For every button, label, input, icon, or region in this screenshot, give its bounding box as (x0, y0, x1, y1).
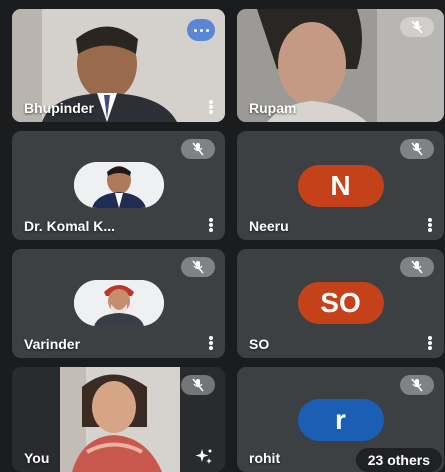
mic-off-icon (181, 257, 215, 277)
participant-name: SO (249, 336, 270, 352)
participant-name: You (24, 450, 50, 466)
participant-name: rohit (249, 450, 281, 466)
more-options-icon[interactable] (209, 336, 213, 350)
mic-off-icon (181, 139, 215, 159)
participant-tile-rupam[interactable]: Rupam (237, 9, 444, 122)
more-options-icon[interactable] (209, 218, 213, 232)
others-count-button[interactable]: 23 others (355, 448, 442, 472)
participant-name: Dr. Komal K... (24, 218, 116, 234)
mic-off-icon (400, 257, 434, 277)
speaking-indicator-icon (187, 19, 215, 41)
participant-tile-varinder[interactable]: Varinder (12, 249, 225, 358)
participant-name: Rupam (249, 100, 297, 116)
more-options-icon[interactable] (428, 336, 432, 350)
more-options-icon[interactable] (209, 100, 213, 114)
participant-name: Bhupinder (24, 100, 94, 116)
participant-name: Varinder (24, 336, 81, 352)
avatar: N (297, 165, 384, 207)
participant-tile-so[interactable]: SO SO (237, 249, 444, 358)
mic-off-icon (181, 375, 215, 395)
participant-name: Neeru (249, 218, 289, 234)
mic-off-icon (400, 139, 434, 159)
avatar: SO (297, 282, 384, 324)
visual-effects-icon[interactable] (193, 446, 215, 468)
avatar: r (297, 399, 384, 441)
participant-tile-bhupinder[interactable]: Bhupinder (12, 9, 225, 122)
mic-off-icon (400, 17, 434, 37)
participant-tile-rohit[interactable]: r rohit 23 others (237, 367, 444, 472)
participant-tile-dr-komal[interactable]: Dr. Komal K... (12, 131, 225, 240)
avatar (73, 162, 164, 208)
participant-tile-you[interactable]: You (12, 367, 225, 472)
more-options-icon[interactable] (428, 218, 432, 232)
avatar (73, 280, 164, 326)
mic-off-icon (400, 375, 434, 395)
participant-tile-neeru[interactable]: N Neeru (237, 131, 444, 240)
